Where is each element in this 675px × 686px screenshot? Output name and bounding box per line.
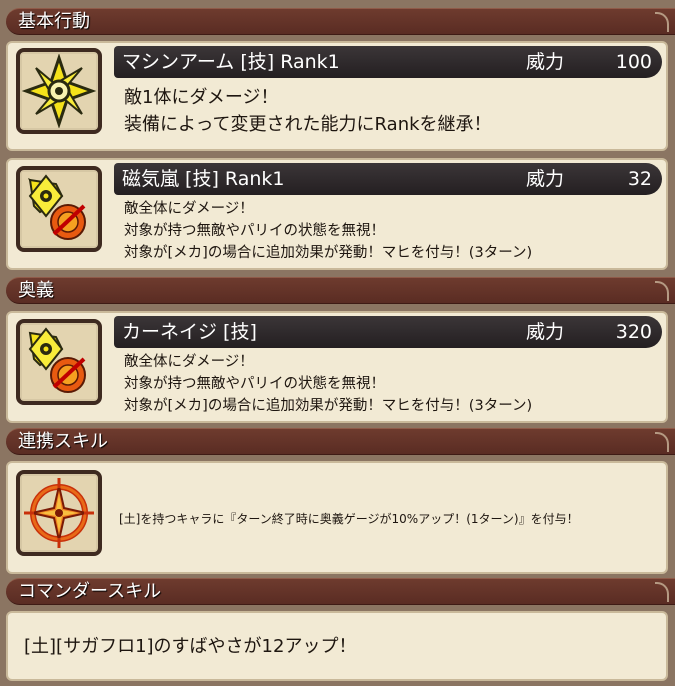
skill-description: 敵全体にダメージ！ 対象が持つ無敵やパリイの状態を無視！ 対象が[メカ]の場合に…: [124, 198, 660, 264]
power-label: 威力: [526, 51, 565, 73]
skill-icon-frame: [16, 166, 102, 252]
skill-card-machine-arm[interactable]: マシンアーム [技] Rank1 威力 100 敵1体にダメージ！ 装備によって…: [6, 41, 668, 151]
link-skill-description: [土]を持つキャラに『ターン終了時に奥義ゲージが10%アップ！(1ターン)』を付…: [119, 511, 660, 527]
section-header-link: 連携スキル: [6, 428, 675, 455]
shuriken-shield-icon: [22, 172, 96, 246]
skill-icon-frame: [16, 470, 102, 556]
skill-title-bar: カーネイジ [技] 威力 320: [114, 316, 662, 348]
desc-line: 対象が持つ無敵やパリイの状態を無視！: [124, 376, 385, 392]
commander-skill-description: [土][サガフロ1]のすばやさが12アップ！: [24, 636, 357, 657]
section-title: 基本行動: [18, 11, 90, 32]
skill-title-bar: マシンアーム [技] Rank1 威力 100: [114, 46, 662, 78]
power-label: 威力: [526, 321, 565, 343]
section-header-ougi: 奥義: [6, 277, 675, 304]
orange-compass-burst-icon: [22, 476, 96, 550]
section-title: コマンダースキル: [18, 581, 162, 602]
shuriken-shield-icon: [22, 325, 96, 399]
skill-icon-frame: [16, 48, 102, 134]
skill-name: 磁気嵐 [技] Rank1: [122, 168, 285, 190]
desc-line: 敵全体にダメージ！: [124, 354, 254, 370]
scroll-curl-icon: [655, 582, 669, 602]
skill-description: 敵1体にダメージ！ 装備によって変更された能力にRankを継承！: [124, 84, 660, 138]
section-header-basic: 基本行動: [6, 8, 675, 35]
section-title: 奥義: [18, 280, 54, 301]
desc-line: 敵1体にダメージ！: [124, 87, 279, 108]
desc-line: [土]を持つキャラに『ターン終了時に奥義ゲージが10%アップ！(1ターン)』を付…: [119, 512, 579, 526]
scroll-curl-icon: [655, 281, 669, 301]
skill-card-magnetic-storm[interactable]: 磁気嵐 [技] Rank1 威力 32 敵全体にダメージ！ 対象が持つ無敵やパリ…: [6, 158, 668, 270]
commander-skill-card[interactable]: [土][サガフロ1]のすばやさが12アップ！: [6, 611, 668, 681]
link-skill-card[interactable]: [土]を持つキャラに『ターン終了時に奥義ゲージが10%アップ！(1ターン)』を付…: [6, 461, 668, 574]
section-title: 連携スキル: [18, 431, 108, 452]
power-label: 威力: [526, 168, 565, 190]
scroll-curl-icon: [655, 432, 669, 452]
desc-line: 対象が持つ無敵やパリイの状態を無視！: [124, 223, 385, 239]
power-value: 320: [615, 321, 652, 343]
desc-line: 敵全体にダメージ！: [124, 201, 254, 217]
power-value: 32: [627, 168, 652, 190]
yellow-star-gear-icon: [22, 54, 96, 128]
skill-name: マシンアーム [技] Rank1: [122, 51, 340, 73]
skill-card-carnage[interactable]: カーネイジ [技] 威力 320 敵全体にダメージ！ 対象が持つ無敵やパリイの状…: [6, 311, 668, 423]
section-header-commander: コマンダースキル: [6, 578, 675, 605]
desc-line: 装備によって変更された能力にRankを継承！: [124, 114, 492, 135]
skill-name: カーネイジ [技]: [122, 321, 257, 343]
desc-line: 対象が[メカ]の場合に追加効果が発動！マヒを付与！(3ターン): [124, 398, 533, 414]
skill-title-bar: 磁気嵐 [技] Rank1 威力 32: [114, 163, 662, 195]
desc-line: 対象が[メカ]の場合に追加効果が発動！マヒを付与！(3ターン): [124, 245, 533, 261]
skill-description: 敵全体にダメージ！ 対象が持つ無敵やパリイの状態を無視！ 対象が[メカ]の場合に…: [124, 351, 660, 417]
scroll-curl-icon: [655, 12, 669, 32]
power-value: 100: [615, 51, 652, 73]
skill-icon-frame: [16, 319, 102, 405]
